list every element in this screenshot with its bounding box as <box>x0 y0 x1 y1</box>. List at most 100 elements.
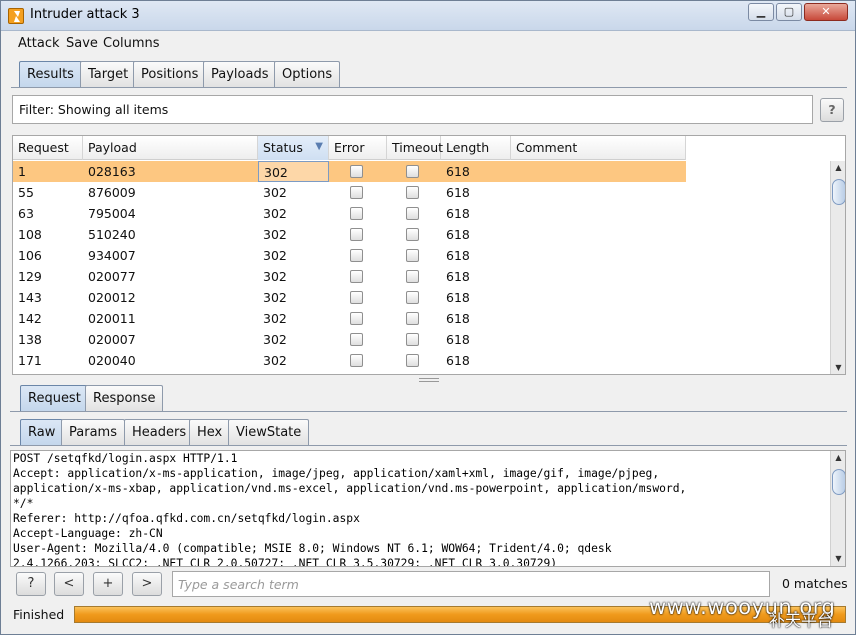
table-row[interactable]: 106 934007 302 618 <box>13 245 686 266</box>
column-header-status[interactable]: Status ▼ <box>258 136 329 160</box>
tab-headers[interactable]: Headers <box>124 419 195 445</box>
search-previous-button[interactable]: < <box>54 572 84 596</box>
request-cell: 63 <box>18 206 34 221</box>
column-header-length[interactable]: Length <box>441 136 511 160</box>
tab-target[interactable]: Target <box>80 61 137 87</box>
table-row[interactable]: 1 028163 302 618 <box>13 161 686 182</box>
table-row[interactable]: 142 020011 302 618 <box>13 308 686 329</box>
table-row[interactable]: 143 020012 302 618 <box>13 287 686 308</box>
tab-options[interactable]: Options <box>274 61 341 87</box>
request-line: User-Agent: Mozilla/4.0 (compatible; MSI… <box>13 542 612 555</box>
view-tab-divider <box>10 445 847 446</box>
tab-viewstate[interactable]: ViewState <box>228 419 310 445</box>
filter-bar[interactable]: Filter: Showing all items <box>12 95 813 124</box>
error-checkbox <box>350 312 363 325</box>
sort-descending-icon: ▼ <box>315 141 323 152</box>
status-cell: 302 <box>263 311 287 326</box>
request-scroll-up-icon[interactable]: ▲ <box>831 451 845 465</box>
length-cell: 618 <box>446 290 470 305</box>
tab-positions[interactable]: Positions <box>133 61 207 87</box>
table-row[interactable]: 108 510240 302 618 <box>13 224 686 245</box>
timeout-checkbox <box>406 207 419 220</box>
tab-hex[interactable]: Hex <box>189 419 231 445</box>
error-checkbox <box>350 228 363 241</box>
request-scrollbar[interactable]: ▲ ▼ <box>830 451 845 566</box>
error-checkbox <box>350 249 363 262</box>
column-header-comment[interactable]: Comment <box>511 136 686 160</box>
length-cell: 618 <box>446 164 470 179</box>
comment-cell <box>511 308 686 329</box>
close-button[interactable]: ✕ <box>804 3 848 21</box>
request-cell: 55 <box>18 185 34 200</box>
status-cell: 302 <box>263 290 287 305</box>
request-line: 2.4.1266.203; SLCC2; .NET CLR 2.0.50727;… <box>13 557 558 567</box>
request-cell: 129 <box>18 269 42 284</box>
request-scroll-down-icon[interactable]: ▼ <box>831 552 845 566</box>
split-pane-handle[interactable] <box>419 378 439 382</box>
watermark-label: 补天平台 <box>769 611 834 630</box>
table-row[interactable]: 55 876009 302 618 <box>13 182 686 203</box>
maximize-button[interactable]: ▢ <box>776 3 802 21</box>
comment-cell <box>511 329 686 350</box>
tab-divider <box>11 87 847 88</box>
column-header-error[interactable]: Error <box>329 136 387 160</box>
column-header-timeout[interactable]: Timeout <box>387 136 443 160</box>
request-scroll-thumb[interactable] <box>832 469 845 495</box>
search-add-button[interactable]: + <box>93 572 123 596</box>
search-help-button[interactable]: ? <box>16 572 46 596</box>
request-cell: 106 <box>18 248 42 263</box>
timeout-checkbox <box>406 291 419 304</box>
payload-cell: 510240 <box>88 227 136 242</box>
length-cell: 618 <box>446 311 470 326</box>
search-input[interactable] <box>172 571 770 597</box>
menu-attack[interactable]: Attack <box>18 36 60 51</box>
menu-bar: Attack Save Columns <box>1 31 855 55</box>
comment-cell <box>511 287 686 308</box>
table-row[interactable]: 63 795004 302 618 <box>13 203 686 224</box>
menu-save[interactable]: Save <box>66 36 98 51</box>
tab-results[interactable]: Results <box>19 61 82 87</box>
timeout-checkbox <box>406 165 419 178</box>
timeout-checkbox <box>406 228 419 241</box>
comment-cell <box>511 203 686 224</box>
tab-params[interactable]: Params <box>61 419 125 445</box>
status-cell: 302 <box>263 227 287 242</box>
results-scroll-thumb[interactable] <box>832 179 845 205</box>
comment-cell <box>511 182 686 203</box>
column-header-request[interactable]: Request <box>13 136 83 160</box>
length-cell: 618 <box>446 353 470 368</box>
comment-cell <box>511 161 686 182</box>
column-header-payload[interactable]: Payload <box>83 136 258 160</box>
status-text: Finished <box>13 607 65 622</box>
menu-columns[interactable]: Columns <box>103 36 160 51</box>
length-cell: 618 <box>446 227 470 242</box>
timeout-checkbox <box>406 312 419 325</box>
scroll-up-icon[interactable]: ▲ <box>831 161 845 175</box>
payload-cell: 020077 <box>88 269 136 284</box>
timeout-checkbox <box>406 270 419 283</box>
table-row[interactable]: 129 020077 302 618 <box>13 266 686 287</box>
raw-request-text[interactable]: POST /setqfkd/login.aspx HTTP/1.1 Accept:… <box>13 451 823 567</box>
minimize-button[interactable]: ▁ <box>748 3 774 21</box>
table-row[interactable]: 138 020007 302 618 <box>13 329 686 350</box>
length-cell: 618 <box>446 185 470 200</box>
table-row[interactable]: 171 020040 302 618 <box>13 350 686 371</box>
error-checkbox <box>350 207 363 220</box>
results-scrollbar[interactable]: ▲ ▼ <box>830 161 845 374</box>
window-title: Intruder attack 3 <box>30 7 140 22</box>
tab-payloads[interactable]: Payloads <box>203 61 277 87</box>
payload-cell: 020007 <box>88 332 136 347</box>
tab-response[interactable]: Response <box>85 385 164 411</box>
request-cell: 143 <box>18 290 42 305</box>
error-checkbox <box>350 291 363 304</box>
tab-request[interactable]: Request <box>20 385 89 411</box>
status-cell: 302 <box>258 161 329 182</box>
length-cell: 618 <box>446 269 470 284</box>
error-checkbox <box>350 270 363 283</box>
filter-help-button[interactable]: ? <box>820 98 844 122</box>
tab-raw[interactable]: Raw <box>20 419 64 445</box>
raw-request-editor[interactable]: POST /setqfkd/login.aspx HTTP/1.1 Accept:… <box>10 450 846 567</box>
scroll-down-icon[interactable]: ▼ <box>831 361 845 374</box>
search-next-button[interactable]: > <box>132 572 162 596</box>
request-line: Accept-Language: zh-CN <box>13 527 163 540</box>
